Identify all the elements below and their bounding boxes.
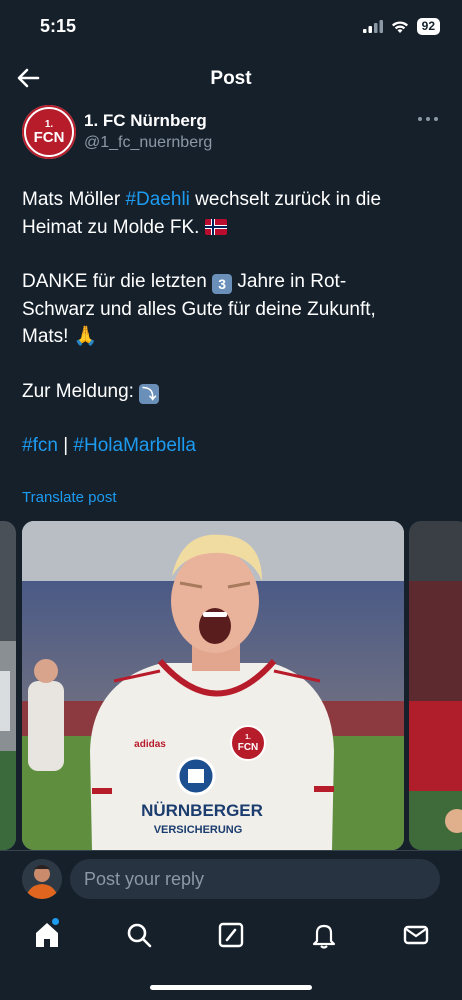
home-indicator xyxy=(150,985,312,990)
nav-header: Post xyxy=(0,56,462,100)
author-name[interactable]: 1. FC Nürnberg xyxy=(84,111,207,131)
search-icon[interactable] xyxy=(124,920,154,950)
hashtag-link[interactable]: #fcn xyxy=(22,435,58,456)
author-avatar[interactable]: 1. FCN xyxy=(22,105,76,159)
signal-icon xyxy=(362,20,383,33)
post-photo[interactable]: 1. FCN adidas NÜRNBERGER VERSICHERUNG xyxy=(22,521,404,850)
svg-text:VERSICHERUNG: VERSICHERUNG xyxy=(154,824,243,836)
home-icon[interactable] xyxy=(32,920,62,950)
club-logo: 1. FCN xyxy=(24,107,74,157)
arrow-down-icon: ⤵ xyxy=(139,383,160,404)
status-time: 5:15 xyxy=(40,16,77,36)
author-handle[interactable]: @1_fc_nuernberg xyxy=(84,134,212,152)
translate-post-link[interactable]: Translate post xyxy=(22,489,117,506)
svg-text:1.: 1. xyxy=(245,734,251,741)
more-options-icon[interactable] xyxy=(414,109,442,129)
reply-bar: Post your reply xyxy=(0,850,462,909)
battery-indicator: 92 xyxy=(416,18,440,35)
previous-photo[interactable] xyxy=(0,521,16,850)
wifi-icon xyxy=(391,20,408,33)
hashtag-link[interactable]: #HolaMarbella xyxy=(73,435,196,456)
status-bar: 5:15 92 xyxy=(0,0,462,56)
grok-icon[interactable] xyxy=(216,920,246,950)
svg-text:FCN: FCN xyxy=(238,742,259,753)
bell-icon[interactable] xyxy=(309,920,339,950)
reply-input[interactable]: Post your reply xyxy=(70,859,440,899)
status-icons: 92 xyxy=(362,18,440,35)
next-photo[interactable] xyxy=(409,521,462,850)
norway-flag-icon xyxy=(204,218,227,235)
svg-text:NÜRNBERGER: NÜRNBERGER xyxy=(141,801,263,820)
media-carousel[interactable]: 1. FCN adidas NÜRNBERGER VERSICHERUNG xyxy=(0,521,462,850)
svg-text:adidas: adidas xyxy=(134,739,166,750)
keycap-three-icon: 3 xyxy=(212,274,233,294)
notification-dot xyxy=(52,918,59,925)
mail-icon[interactable] xyxy=(401,920,431,950)
post-text: Mats Möller #Daehli wechselt zurück in d… xyxy=(22,189,382,456)
user-avatar[interactable] xyxy=(22,859,62,899)
hashtag-link[interactable]: #Daehli xyxy=(125,189,189,210)
page-title: Post xyxy=(210,68,252,89)
post-author: 1. FCN 1. FC Nürnberg @1_fc_nuernberg xyxy=(22,105,442,161)
